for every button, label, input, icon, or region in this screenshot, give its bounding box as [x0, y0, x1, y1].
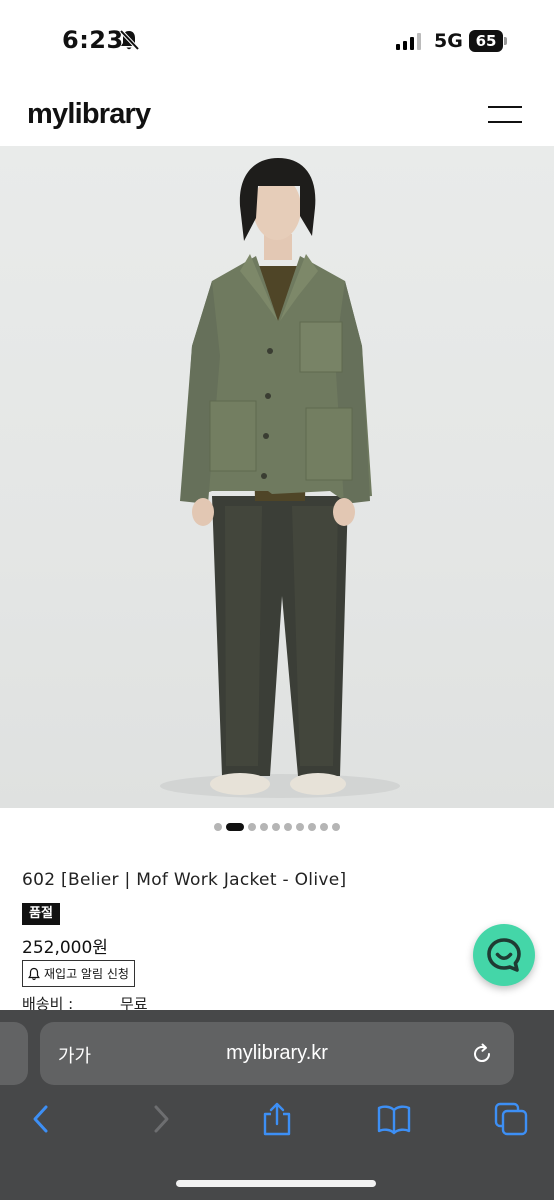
carousel-dot[interactable]: [284, 823, 292, 831]
url-text[interactable]: mylibrary.kr: [40, 1042, 514, 1065]
product-title: 602 [Belier | Mof Work Jacket - Olive]: [22, 870, 347, 890]
restock-alert-button[interactable]: 재입고 알림 신청: [22, 960, 135, 987]
tabs-icon[interactable]: [494, 1102, 528, 1136]
battery-level: 65: [469, 30, 503, 52]
bell-icon: [28, 967, 40, 980]
reload-icon[interactable]: [470, 1042, 494, 1066]
product-image[interactable]: [0, 146, 554, 808]
status-time: 6:23: [62, 26, 124, 54]
browser-toolbar: [0, 1102, 554, 1142]
status-bar: 6:23 5G 65: [0, 0, 554, 84]
carousel-dot[interactable]: [248, 823, 256, 831]
hamburger-menu-icon[interactable]: [488, 102, 522, 126]
product-model-illustration: [160, 158, 400, 798]
carousel-dot[interactable]: [214, 823, 222, 831]
carousel-dot[interactable]: [320, 823, 328, 831]
carousel-dot[interactable]: [272, 823, 280, 831]
site-logo[interactable]: mylibrary: [27, 98, 151, 131]
restock-alert-label: 재입고 알림 신청: [44, 967, 129, 981]
share-icon[interactable]: [260, 1102, 294, 1136]
signal-strength-icon: [396, 32, 422, 50]
carousel-dot[interactable]: [308, 823, 316, 831]
previous-tab-preview[interactable]: [0, 1022, 28, 1085]
carousel-indicator[interactable]: [0, 820, 554, 834]
chat-bubble-icon: [487, 938, 521, 972]
carousel-dot[interactable]: [296, 823, 304, 831]
carousel-dot[interactable]: [226, 823, 244, 831]
home-indicator[interactable]: [176, 1180, 376, 1187]
bookmarks-icon[interactable]: [377, 1102, 411, 1136]
bell-slash-icon: [119, 29, 140, 51]
browser-chrome: 가가 mylibrary.kr: [0, 1010, 554, 1200]
forward-icon[interactable]: [144, 1102, 178, 1136]
carousel-dot[interactable]: [260, 823, 268, 831]
chat-button[interactable]: [473, 924, 535, 986]
network-type: 5G: [434, 30, 463, 52]
address-bar[interactable]: 가가 mylibrary.kr: [40, 1022, 514, 1085]
product-price: 252,000원: [22, 938, 108, 958]
carousel-dot[interactable]: [332, 823, 340, 831]
sold-out-badge: 품절: [22, 903, 60, 925]
site-header: mylibrary: [0, 84, 554, 146]
battery-icon: 65: [469, 30, 507, 52]
back-icon[interactable]: [24, 1102, 58, 1136]
